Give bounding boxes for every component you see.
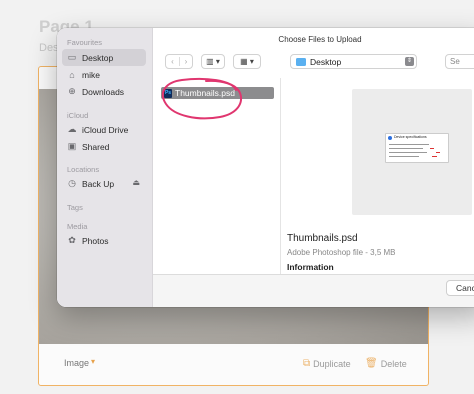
column-divider	[280, 78, 281, 307]
preview-thumbnail: Device specifications	[385, 133, 449, 163]
dialog-title: Choose Files to Upload	[278, 35, 362, 44]
sidebar-item-label: Desktop	[82, 52, 114, 63]
folder-icon	[296, 57, 306, 66]
preview-file-name: Thumbnails.psd	[287, 233, 358, 244]
back-icon[interactable]: ‹	[166, 57, 179, 66]
thumbnail-mark	[432, 156, 437, 157]
sidebar-section-media: Media	[67, 222, 88, 231]
delete-label: Delete	[380, 358, 407, 369]
location-label: Desktop	[310, 56, 342, 67]
sidebar-item-photos[interactable]: ✿ Photos	[62, 232, 146, 249]
search-input[interactable]: Se	[445, 54, 474, 69]
eject-icon[interactable]: ⏏	[132, 178, 140, 187]
clock-icon: ◷	[68, 178, 76, 188]
sidebar-item-back-up[interactable]: ◷ Back Up ⏏	[62, 175, 146, 192]
sidebar-section-icloud: iCloud	[67, 111, 89, 120]
file-chooser-dialog: Favourites ▭ Desktop ⌂ mike ⊕ Downloads …	[57, 28, 474, 307]
thumbnail-line	[389, 148, 423, 149]
duplicate-icon: ⧉	[303, 358, 311, 369]
column-view-button[interactable]: ▥ ▾	[201, 54, 225, 69]
thumbnail-text: Device specifications	[394, 135, 427, 139]
trash-icon: 🗑	[365, 358, 378, 369]
sidebar-item-mike[interactable]: ⌂ mike	[62, 66, 146, 83]
shared-folder-icon: ▣	[67, 141, 77, 151]
sidebar-item-label: iCloud Drive	[82, 124, 129, 135]
duplicate-label: Duplicate	[313, 358, 351, 369]
sidebar-item-label: Shared	[82, 141, 110, 152]
file-preview: Device specifications	[352, 89, 472, 215]
sidebar-item-label: Downloads	[82, 86, 125, 97]
sidebar-item-label: Back Up	[82, 178, 115, 189]
file-name: Thumbnails.psd	[175, 88, 236, 98]
cancel-button[interactable]: Cance	[446, 280, 474, 296]
thumbnail-line	[389, 152, 427, 153]
grid-view-button[interactable]: ▦ ▾	[233, 54, 261, 69]
photos-icon: ✿	[68, 235, 76, 245]
sidebar: Favourites ▭ Desktop ⌂ mike ⊕ Downloads …	[57, 28, 153, 307]
thumbnail-line	[389, 144, 429, 145]
sidebar-item-shared[interactable]: ▣ Shared	[62, 138, 146, 155]
sidebar-item-desktop[interactable]: ▭ Desktop	[62, 49, 146, 66]
sidebar-item-downloads[interactable]: ⊕ Downloads	[62, 83, 146, 100]
thumbnail-mark	[430, 148, 434, 149]
dialog-toolbar: ‹ › ▥ ▾ ▦ ▾ Desktop ⇕ Se	[153, 53, 474, 73]
home-icon: ⌂	[69, 69, 75, 80]
duplicate-button[interactable]: ⧉ Duplicate	[303, 358, 351, 369]
forward-icon[interactable]: ›	[179, 57, 192, 66]
thumbnail-mark	[436, 152, 440, 153]
sidebar-item-label: Photos	[82, 235, 109, 246]
up-down-arrows-icon: ⇕	[405, 57, 414, 66]
dialog-bottom-bar	[153, 274, 474, 307]
delete-button[interactable]: 🗑 Delete	[365, 358, 407, 369]
thumbnail-line	[389, 156, 419, 157]
sidebar-section-tags: Tags	[67, 203, 83, 212]
cloud-icon: ☁	[67, 124, 77, 134]
sidebar-item-label: mike	[82, 69, 100, 80]
page-description: Des	[39, 42, 59, 54]
sidebar-section-locations: Locations	[67, 165, 100, 174]
chevron-down-icon: ▾	[91, 357, 96, 366]
preview-file-kind: Adobe Photoshop file - 3,5 MB	[287, 248, 396, 257]
columns-icon: ▥ ▾	[206, 57, 220, 66]
download-icon: ⊕	[68, 86, 76, 96]
grid-icon: ▦ ▾	[240, 57, 254, 66]
location-dropdown[interactable]: Desktop ⇕	[290, 54, 417, 69]
sidebar-section-favourites: Favourites	[67, 38, 103, 47]
thumbnail-logo	[388, 136, 392, 140]
photoshop-file-icon: Ps	[164, 88, 172, 98]
image-type-dropdown[interactable]: Image	[64, 358, 89, 368]
nav-buttons: ‹ ›	[165, 54, 193, 69]
file-item-thumbnails-psd[interactable]: Ps Thumbnails.psd	[161, 87, 274, 99]
desktop-icon: ▭	[67, 52, 77, 62]
sidebar-item-icloud-drive[interactable]: ☁ iCloud Drive	[62, 121, 146, 138]
preview-information-heading: Information	[287, 262, 334, 272]
